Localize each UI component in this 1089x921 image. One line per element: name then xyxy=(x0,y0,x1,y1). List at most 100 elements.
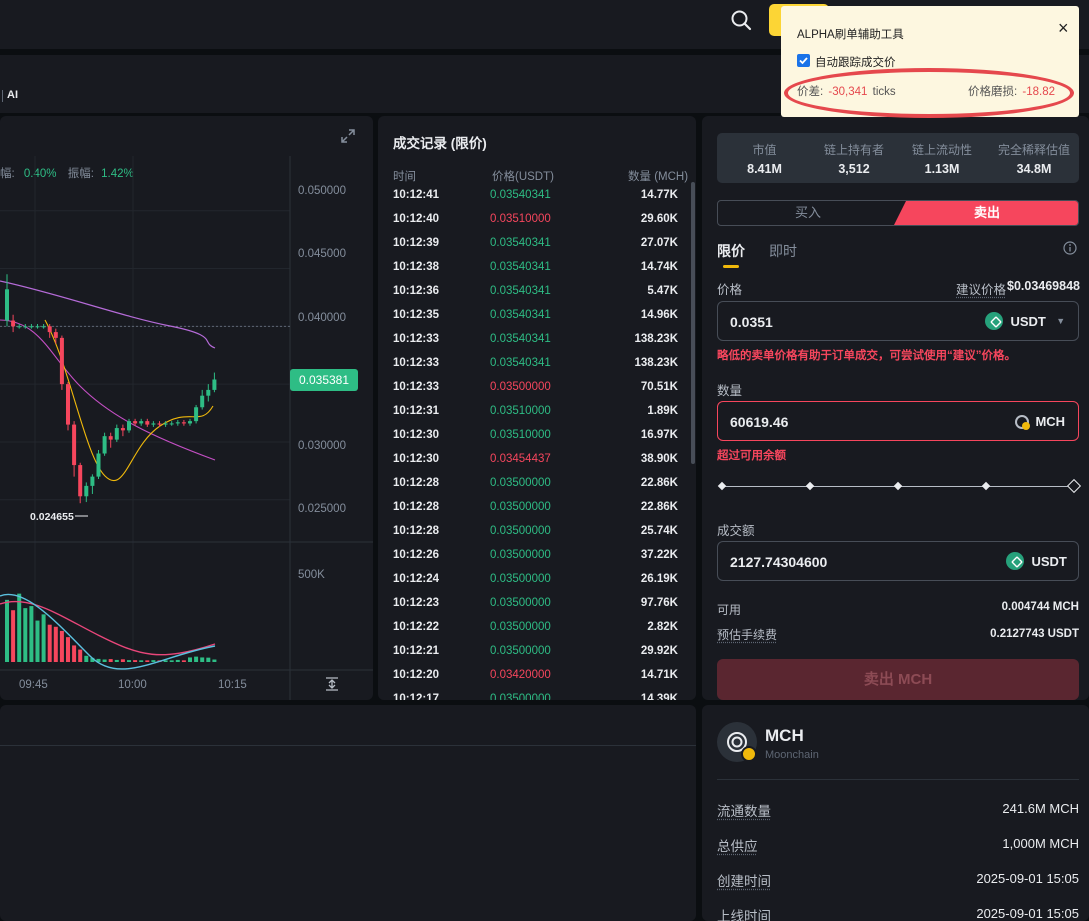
trade-price: 0.03500000 xyxy=(490,621,551,633)
price-input-value[interactable]: 0.0351 xyxy=(730,314,773,330)
trade-price: 0.03500000 xyxy=(490,477,551,489)
auto-track-checkbox[interactable] xyxy=(797,54,810,67)
trade-time: 10:12:33 xyxy=(393,333,440,345)
mch-logo xyxy=(717,722,757,762)
trade-row: 10:12:30 0.03454437 38.90K xyxy=(378,448,688,472)
trade-time: 10:12:35 xyxy=(393,309,440,321)
qty-unit: MCH xyxy=(1015,413,1065,431)
candle-body xyxy=(145,421,150,425)
trade-price: 0.03510000 xyxy=(490,429,551,441)
ma-long-line xyxy=(0,280,216,349)
trade-row: 10:12:31 0.03510000 1.89K xyxy=(378,400,688,424)
sell-submit-button[interactable]: 卖出 MCH xyxy=(717,659,1079,700)
fee-label[interactable]: 预估手续费 xyxy=(717,626,777,643)
volume-bar xyxy=(200,657,205,662)
trade-price: 0.03540341 xyxy=(490,285,551,297)
auto-track-label[interactable]: 自动跟踪成交价 xyxy=(815,54,896,70)
popup-close-icon[interactable]: × xyxy=(1058,18,1069,39)
volume-bar xyxy=(102,659,107,662)
candle-body xyxy=(84,485,89,497)
volume-bar xyxy=(29,606,34,662)
time-tick: 10:00 xyxy=(118,679,147,691)
scroll-to-latest-icon[interactable] xyxy=(324,676,340,692)
trade-price: 0.03454437 xyxy=(490,453,551,465)
volume-bar xyxy=(72,645,77,662)
total-input[interactable]: 2127.74304600 USDT xyxy=(717,541,1079,581)
candle-body xyxy=(23,326,28,328)
volume-bar xyxy=(139,660,144,662)
usdt-icon xyxy=(985,312,1003,330)
trade-price: 0.03500000 xyxy=(490,573,551,585)
qty-input-value[interactable]: 60619.46 xyxy=(730,414,788,430)
created-label[interactable]: 创建时间 xyxy=(717,870,771,890)
candle-body xyxy=(163,423,168,425)
sell-tab[interactable]: 卖出 xyxy=(894,201,1078,225)
tab-limit-underline xyxy=(723,265,739,268)
slider-handle[interactable] xyxy=(1066,478,1082,494)
trade-qty: 2.82K xyxy=(647,621,678,633)
amount-slider[interactable] xyxy=(717,478,1082,496)
volume-bar xyxy=(108,659,113,662)
trade-qty: 138.23K xyxy=(634,333,678,345)
trade-qty: 14.71K xyxy=(640,669,678,681)
volume-tick: 500K xyxy=(298,569,325,581)
stat-value: 8.41M xyxy=(747,162,782,176)
listed-label[interactable]: 上线时间 xyxy=(717,905,771,921)
slider-mark-75[interactable] xyxy=(981,481,991,491)
total-supply-label[interactable]: 总供应 xyxy=(717,835,758,855)
tab-market[interactable]: 即时 xyxy=(769,241,797,261)
price-unit-selector[interactable]: USDT ▼ xyxy=(985,312,1065,330)
col-price: 价格(USDT) xyxy=(492,171,554,183)
stat-label: 市值 xyxy=(752,143,777,157)
price-tick: 0.030000 xyxy=(298,440,346,452)
token-symbol: MCH xyxy=(765,726,804,745)
circulating-label[interactable]: 流通数量 xyxy=(717,800,771,820)
candle-body xyxy=(212,379,217,390)
trade-qty: 25.74K xyxy=(640,525,678,537)
buy-tab[interactable]: 买入 xyxy=(718,201,898,225)
circulating-value: 241.6M MCH xyxy=(1002,801,1079,816)
ai-tab[interactable]: AI xyxy=(7,89,18,101)
candle-body xyxy=(11,320,16,327)
slider-mark-0[interactable] xyxy=(717,481,727,491)
qty-error: 超过可用余额 xyxy=(717,450,786,462)
candle-body xyxy=(17,326,22,328)
candle-body xyxy=(133,421,138,424)
trade-rows: 10:12:41 0.03540341 14.77K 10:12:40 0.035100… xyxy=(378,184,688,700)
price-chart[interactable] xyxy=(0,116,373,700)
suggested-price-label[interactable]: 建议价格 xyxy=(956,279,1006,298)
token-info-panel: MCH Moonchain 流通数量 241.6M MCH 总供应 1,000M… xyxy=(702,705,1089,921)
price-input[interactable]: 0.0351 USDT ▼ xyxy=(717,301,1079,341)
trade-time: 10:12:20 xyxy=(393,669,440,681)
trade-qty: 14.77K xyxy=(640,189,678,201)
candle-body xyxy=(157,423,162,425)
slider-mark-25[interactable] xyxy=(805,481,815,491)
tab-limit[interactable]: 限价 xyxy=(717,241,745,261)
candle-body xyxy=(108,436,113,440)
volume-bar xyxy=(41,614,46,662)
qty-input[interactable]: 60619.46 MCH xyxy=(717,401,1079,441)
usdt-icon xyxy=(1006,552,1024,570)
trade-row: 10:12:20 0.03420000 14.71K xyxy=(378,664,688,688)
trade-qty: 27.07K xyxy=(640,237,678,249)
trade-list-scrollbar[interactable] xyxy=(691,182,695,464)
search-icon[interactable] xyxy=(729,8,753,32)
trade-row: 10:12:26 0.03500000 37.22K xyxy=(378,544,688,568)
trade-qty: 14.96K xyxy=(640,309,678,321)
total-input-value[interactable]: 2127.74304600 xyxy=(730,554,827,570)
price-tick: 0.040000 xyxy=(298,312,346,324)
trade-time: 10:12:33 xyxy=(393,381,440,393)
trade-row: 10:12:28 0.03500000 22.86K xyxy=(378,472,688,496)
fee-value: 0.2127743 USDT xyxy=(990,628,1079,640)
trade-qty: 14.74K xyxy=(640,261,678,273)
candle-body xyxy=(206,389,211,396)
trade-price: 0.03540341 xyxy=(490,309,551,321)
suggested-price-value[interactable]: $0.03469848 xyxy=(1007,279,1080,293)
candle-body xyxy=(41,326,46,328)
stat-label: 链上持有者 xyxy=(823,143,884,157)
volume-bar xyxy=(194,656,199,662)
slider-mark-50[interactable] xyxy=(893,481,903,491)
info-icon[interactable] xyxy=(1063,241,1077,255)
trade-price: 0.03540341 xyxy=(490,357,551,369)
trade-time: 10:12:22 xyxy=(393,621,440,633)
